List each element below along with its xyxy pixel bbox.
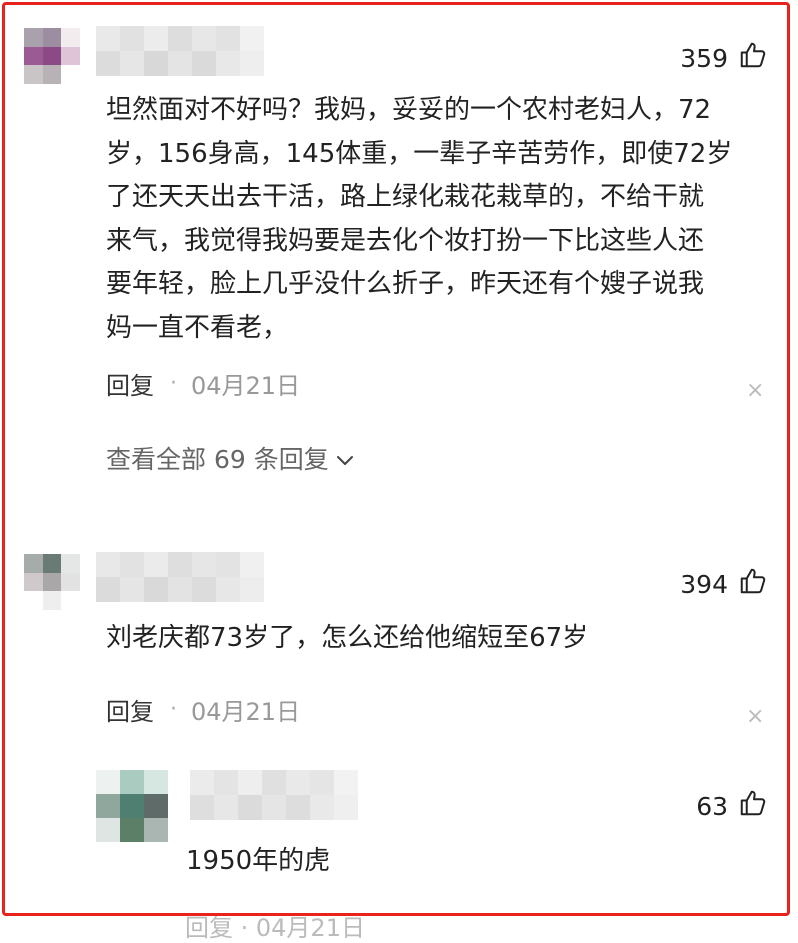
- chevron-down-icon: [335, 444, 355, 473]
- reply-button[interactable]: 回复: [106, 366, 154, 401]
- view-all-replies-label: 查看全部 69 条回复: [106, 445, 329, 474]
- avatar[interactable]: [96, 770, 168, 842]
- comment-date: 04月21日: [191, 372, 301, 400]
- like-count[interactable]: 63: [696, 788, 768, 824]
- separator-dot: ·: [170, 697, 177, 722]
- like-count-value: 63: [696, 791, 728, 821]
- thumbs-up-icon[interactable]: [738, 788, 768, 824]
- comment-meta: 回复 · 04月21日: [106, 366, 300, 401]
- sub-reply-text: 1950年的虎: [186, 846, 331, 876]
- username-blurred[interactable]: [96, 552, 264, 602]
- comment-meta: 回复 · 04月21日: [106, 692, 300, 727]
- close-icon[interactable]: ×: [746, 380, 764, 402]
- comment-text: 刘老庆都73岁了，怎么还给他缩短至67岁: [106, 623, 589, 653]
- separator-dot: ·: [170, 371, 177, 396]
- thumbs-up-icon[interactable]: [738, 566, 768, 602]
- like-count[interactable]: 359: [680, 40, 768, 76]
- comment-date: 04月21日: [191, 698, 301, 726]
- cut-off-meta: 回复 · 04月21日: [185, 914, 365, 942]
- reply-button[interactable]: 回复: [106, 692, 154, 727]
- comment-text: 坦然面对不好吗？我妈，妥妥的一个农村老妇人，72 岁，156身高，145体重，一…: [106, 95, 733, 343]
- avatar[interactable]: [24, 28, 80, 84]
- username-blurred[interactable]: [96, 26, 264, 76]
- like-count-value: 394: [680, 569, 728, 599]
- close-icon[interactable]: ×: [746, 706, 764, 728]
- username-blurred[interactable]: [190, 770, 358, 820]
- like-count[interactable]: 394: [680, 566, 768, 602]
- thumbs-up-icon[interactable]: [738, 40, 768, 76]
- view-all-replies-link[interactable]: 查看全部 69 条回复: [106, 440, 355, 476]
- avatar[interactable]: [24, 554, 80, 610]
- like-count-value: 359: [680, 43, 728, 73]
